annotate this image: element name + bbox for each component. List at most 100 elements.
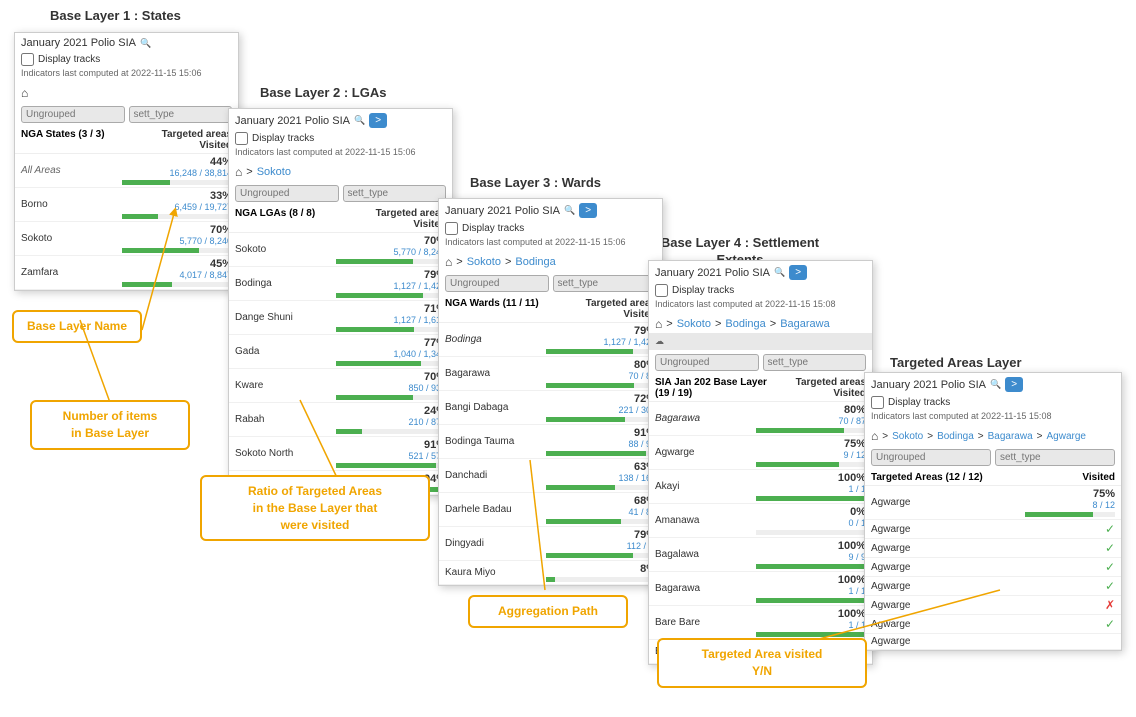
panel5-search-row[interactable] <box>865 445 1121 470</box>
panel4-campaign-row: January 2021 Polio SIA 🔍 > <box>649 261 872 282</box>
panel3-btn[interactable]: > <box>579 203 597 218</box>
p2-kware-stats: 70% 850 / 935 <box>336 371 446 400</box>
panel5-bc-sokoto[interactable]: Sokoto <box>892 431 923 442</box>
panel3-arrow2: > <box>505 256 511 268</box>
panel5-col-visited: Visited <box>1082 472 1115 483</box>
p5-agwarge-summary-row[interactable]: Agwarge 75% 8 / 12 <box>865 486 1121 520</box>
panel3-breadcrumb-sokoto[interactable]: Sokoto <box>467 256 501 268</box>
panel1-ungrouped-input[interactable] <box>21 106 125 123</box>
panel5-bc-bagarawa[interactable]: Bagarawa <box>988 431 1033 442</box>
p4-agwarge-row[interactable]: Agwarge 75% 9 / 12 <box>649 436 872 470</box>
p5-ta-row-7[interactable]: Agwarge <box>865 634 1121 650</box>
panel1-row-zamfara[interactable]: Zamfara 45% 4,017 / 8,847 <box>15 256 238 290</box>
panel2-sett-type-input[interactable] <box>343 185 447 202</box>
panel2-breadcrumb-arrow: > <box>246 166 252 178</box>
panel5-bc-bodinga[interactable]: Bodinga <box>937 431 974 442</box>
panel3-sett-type-input[interactable] <box>553 275 657 292</box>
panel1-checkbox-row: Display tracks <box>15 51 238 68</box>
panel4-group-label: SIA Jan 202 Base Layer (19 / 19) <box>655 377 782 399</box>
panel2-row-sokoto[interactable]: Sokoto 70% 5,770 / 8,240 <box>229 233 452 267</box>
panel1-search-row[interactable] <box>15 102 238 127</box>
panel3-computed: Indicators last computed at 2022-11-15 1… <box>439 237 662 251</box>
panel4-display-tracks-checkbox[interactable] <box>655 284 668 297</box>
panel3-group-label: NGA Wards (11 / 11) <box>445 298 539 320</box>
panel1-row-sokoto[interactable]: Sokoto 70% 5,770 / 8,240 <box>15 222 238 256</box>
panel3-search-row[interactable] <box>439 271 662 296</box>
p5-ta-name-1: Agwarge <box>871 524 1035 535</box>
panel1-computed: Indicators last computed at 2022-11-15 1… <box>15 68 238 82</box>
panel5-home-icon <box>871 429 878 443</box>
p4-barebare-row[interactable]: Bare Bare 100% 1 / 1 <box>649 606 872 640</box>
panel3-display-tracks-label: Display tracks <box>462 223 524 234</box>
p2-dange-counts: 1,127 / 1,612 <box>336 315 446 325</box>
panel2-row-dange[interactable]: Dange Shuni 71% 1,127 / 1,612 <box>229 301 452 335</box>
p3-dingyadi-row[interactable]: Dingyadi 79% 112 / ... <box>439 527 662 561</box>
panel2-row-kware[interactable]: Kware 70% 850 / 935 <box>229 369 452 403</box>
panel2-row-sn[interactable]: Sokoto North 91% 521 / 573 <box>229 437 452 471</box>
panel5-ungrouped-input[interactable] <box>871 449 991 466</box>
panel3-breadcrumb-bodinga[interactable]: Bodinga <box>515 256 555 268</box>
panel2-breadcrumb-sokoto[interactable]: Sokoto <box>257 166 291 178</box>
panel1-row-all[interactable]: All Areas 44% 16,248 / 38,814 <box>15 154 238 188</box>
panel2-search-row[interactable] <box>229 181 452 206</box>
panel4-bc-bagarawa[interactable]: Bagarawa <box>780 318 830 330</box>
panel1-row-sokoto-stats: 70% 5,770 / 8,240 <box>122 224 232 253</box>
panel1-col-headers: NGA States (3 / 3) Targeted areas Visite… <box>15 127 238 154</box>
panel2-row-gada[interactable]: Gada 77% 1,040 / 1,345 <box>229 335 452 369</box>
p3-bagarawa-name: Bagarawa <box>445 368 546 379</box>
panel1-sett-type-input[interactable] <box>129 106 233 123</box>
panel5-btn[interactable]: > <box>1005 377 1023 392</box>
panel4-sett-type-input[interactable] <box>763 354 867 371</box>
panel1-display-tracks-checkbox[interactable] <box>21 53 34 66</box>
p3-dingyadi-stats: 79% 112 / ... <box>546 529 656 558</box>
panel2-display-tracks-checkbox[interactable] <box>235 132 248 145</box>
panel4-ungrouped-input[interactable] <box>655 354 759 371</box>
p3-bodinga-row[interactable]: Bodinga 79% 1,127 / 1,428 <box>439 323 662 357</box>
panel1-home-row <box>15 82 238 102</box>
p5-ta-row-3[interactable]: Agwarge ✓ <box>865 558 1121 577</box>
panel5-display-tracks-checkbox[interactable] <box>871 396 884 409</box>
p4-bagarawa-name: Bagarawa <box>655 413 756 424</box>
panel1-row-all-stats: 44% 16,248 / 38,814 <box>122 156 232 185</box>
p5-ta-row-2[interactable]: Agwarge ✓ <box>865 539 1121 558</box>
panel2-row-bodinga[interactable]: Bodinga 79% 1,127 / 1,428 <box>229 267 452 301</box>
panel2-row-rabah[interactable]: Rabah 24% 210 / 877 <box>229 403 452 437</box>
panel1-row-borno-stats: 33% 6,459 / 19,727 <box>122 190 232 219</box>
p4-bagarawa2-row[interactable]: Bagarawa 100% 1 / 1 <box>649 572 872 606</box>
panel5-sett-type-input[interactable] <box>995 449 1115 466</box>
p2-gada-counts: 1,040 / 1,345 <box>336 349 446 359</box>
p3-darhele-row[interactable]: Darhele Badau 68% 41 / 80 <box>439 493 662 527</box>
panel1-row-borno[interactable]: Borno 33% 6,459 / 19,727 <box>15 188 238 222</box>
panel4-bc-bodinga[interactable]: Bodinga <box>725 318 765 330</box>
p3-bagarawa-row[interactable]: Bagarawa 80% 70 / 87 <box>439 357 662 391</box>
p5-ta-row-6[interactable]: Agwarge ✓ <box>865 615 1121 634</box>
p4-amanawa-row[interactable]: Amanawa 0% 0 / 1 <box>649 504 872 538</box>
p3-kauramio-row[interactable]: Kaura Miyo 8% <box>439 561 662 585</box>
p5-ta-row-4[interactable]: Agwarge ✓ <box>865 577 1121 596</box>
panel2-ungrouped-input[interactable] <box>235 185 339 202</box>
panel2-btn[interactable]: > <box>369 113 387 128</box>
p4-barebare-name: Bare Bare <box>655 617 756 628</box>
p2-sokoto-counts: 5,770 / 8,240 <box>336 247 446 257</box>
p4-akayi-name: Akayi <box>655 481 756 492</box>
panel1-home-icon <box>21 86 28 100</box>
panel4-bc-sokoto[interactable]: Sokoto <box>677 318 711 330</box>
panel3-home-icon <box>445 255 452 269</box>
p4-bagarawa-row[interactable]: Bagarawa 80% 70 / 87 <box>649 402 872 436</box>
p4-akayi-row[interactable]: Akayi 100% 1 / 1 <box>649 470 872 504</box>
p3-danchadi-row[interactable]: Danchadi 63% 138 / 164 <box>439 459 662 493</box>
panel4-btn[interactable]: > <box>789 265 807 280</box>
panel5-bc-agwarge[interactable]: Agwarge <box>1047 431 1086 442</box>
p4-barebare-pct: 100% <box>756 608 866 620</box>
panel3-display-tracks-checkbox[interactable] <box>445 222 458 235</box>
p4-agwarge-stats: 75% 9 / 12 <box>756 438 866 467</box>
panel4-search-row[interactable] <box>649 350 872 375</box>
p3-bodingatauma-row[interactable]: Bodinga Tauma 91% 88 / 94 <box>439 425 662 459</box>
p5-ta-row-1[interactable]: Agwarge ✓ <box>865 520 1121 539</box>
p5-ta-row-5[interactable]: Agwarge ✗ <box>865 596 1121 615</box>
p4-bagalawa-row[interactable]: Bagalawa 100% 9 / 9 <box>649 538 872 572</box>
callout-base-layer-name: Base Layer Name <box>12 310 142 343</box>
p3-bangi-row[interactable]: Bangi Dabaga 72% 221 / 309 <box>439 391 662 425</box>
p2-gada-pct: 77% <box>336 337 446 349</box>
panel3-ungrouped-input[interactable] <box>445 275 549 292</box>
